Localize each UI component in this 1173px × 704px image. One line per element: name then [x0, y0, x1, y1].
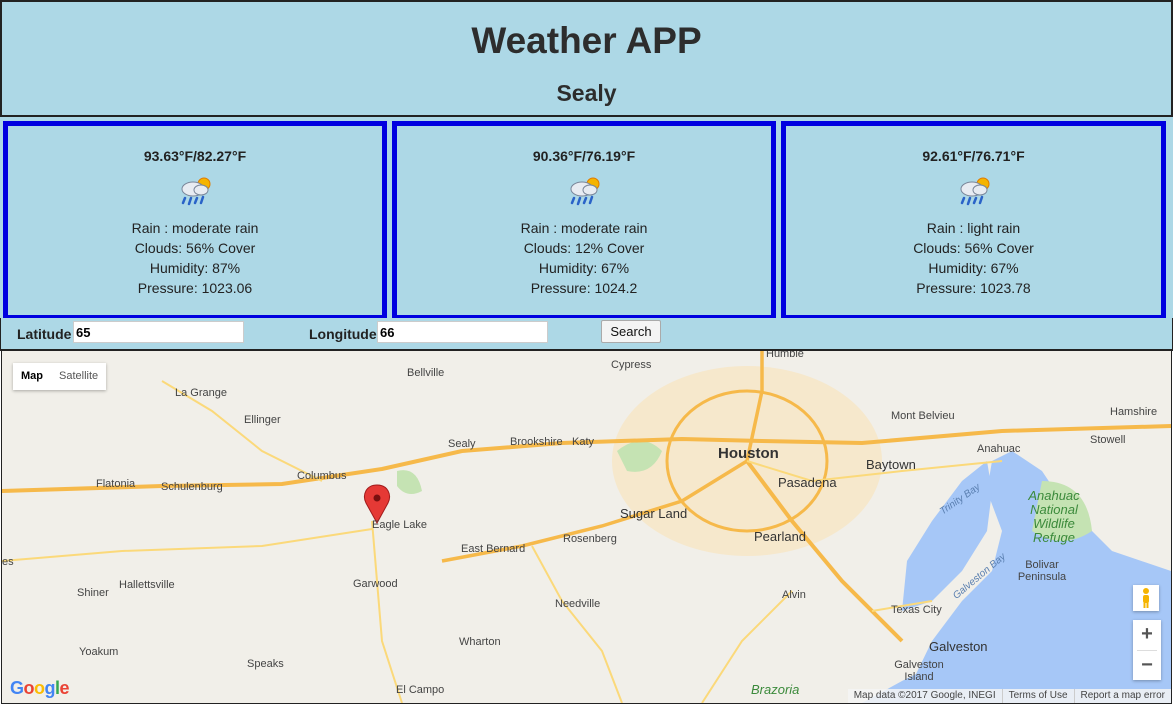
map-label: Ellinger — [244, 414, 281, 426]
terms-of-use-link[interactable]: Terms of Use — [1001, 689, 1074, 703]
map-label: Humble — [766, 351, 804, 360]
map-data-text: Map data ©2017 Google, INEGI — [853, 690, 996, 701]
map-label: Flatonia — [96, 478, 136, 490]
map-attribution: Map data ©2017 Google, INEGI Terms of Us… — [847, 689, 1171, 703]
map-label: Schulenburg — [161, 481, 223, 493]
header: Weather APP Sealy — [0, 0, 1173, 116]
map-label: Baytown — [866, 457, 916, 472]
rain-cloud-sun-icon — [960, 177, 989, 206]
search-button[interactable]: Search — [601, 320, 661, 343]
map-label: Houston — [718, 445, 779, 462]
zoom-in-button[interactable]: + — [1133, 620, 1161, 649]
park-area — [397, 470, 422, 495]
map-label: Yoakum — [79, 646, 119, 658]
map-label: El Campo — [396, 684, 445, 696]
map-label: Sealy — [448, 438, 476, 450]
forecast-card: 92.61°F/76.71°F Rain : light rain Clouds… — [781, 121, 1166, 320]
map-label: Anahuac National Wildlife Refuge — [1028, 488, 1080, 545]
app-title: Weather APP — [471, 20, 702, 61]
rain-text: Rain : moderate rain — [131, 220, 259, 236]
humidity-text: Humidity: 67% — [928, 260, 1019, 276]
map-label: Bolivar Peninsula — [1017, 559, 1067, 583]
longitude-label: Longitude — [309, 326, 377, 342]
map-label: Speaks — [247, 658, 284, 670]
map-label: Mont Belvieu — [891, 410, 955, 422]
temperature-range: 92.61°F/76.71°F — [922, 148, 1025, 164]
pressure-text: Pressure: 1023.06 — [137, 280, 253, 296]
map-label: East Bernard — [461, 543, 526, 555]
map-label: Alvin — [782, 589, 806, 601]
map-label: Rosenberg — [563, 533, 617, 545]
map-label: Hallettsville — [119, 579, 175, 591]
clouds-text: Clouds: 56% Cover — [913, 240, 1034, 256]
road — [371, 520, 403, 703]
map-label: Katy — [572, 436, 595, 448]
humidity-text: Humidity: 87% — [149, 260, 241, 276]
longitude-input[interactable] — [377, 321, 548, 343]
map-type-satellite-button[interactable]: Satellite — [51, 363, 106, 390]
map-label: Shiner — [77, 587, 109, 599]
forecast-card: 90.36°F/76.19°F Rain : moderate rain Clo… — [392, 121, 776, 320]
map-label: Galveston Island — [894, 659, 944, 683]
map-type-map-button[interactable]: Map — [13, 363, 51, 390]
map-label: Sugar Land — [620, 506, 688, 521]
map-label: Garwood — [353, 578, 398, 590]
zoom-control: + − — [1133, 620, 1161, 680]
map-label: Eagle Lake — [372, 519, 428, 531]
latitude-label: Latitude — [17, 326, 72, 342]
map-label: La Grange — [175, 387, 227, 399]
map-label: Texas City — [891, 604, 942, 616]
map-label: Hamshire — [1110, 406, 1158, 418]
report-map-error-link[interactable]: Report a map error — [1073, 689, 1171, 703]
humidity-text: Humidity: 67% — [538, 260, 630, 276]
temperature-range: 93.63°F/82.27°F — [143, 148, 247, 164]
road — [531, 545, 623, 703]
map-label: Columbus — [297, 470, 347, 482]
map-label: Needville — [555, 598, 601, 610]
rain-text: Rain : moderate rain — [520, 220, 648, 236]
rain-cloud-sun-icon — [181, 177, 211, 206]
zoom-out-button[interactable]: − — [1133, 651, 1161, 680]
temperature-range: 90.36°F/76.19°F — [532, 148, 636, 164]
rain-cloud-sun-icon — [570, 177, 600, 206]
map-label: es — [2, 556, 14, 568]
map-label: Brookshire — [510, 436, 563, 448]
road — [2, 528, 373, 562]
rain-text: Rain : light rain — [926, 220, 1021, 236]
map-type-control: Map Satellite — [13, 363, 107, 390]
map-label: Stowell — [1090, 434, 1126, 446]
map-label: Pearland — [754, 529, 807, 544]
map-label: Wharton — [459, 636, 501, 648]
pegman-button[interactable] — [1133, 585, 1159, 611]
map-label: Galveston — [929, 639, 988, 654]
coordinate-form: Latitude Longitude Search — [0, 318, 1173, 351]
map[interactable]: Humble Cypress Bellville La Grange Ellin… — [1, 351, 1172, 704]
location-marker-icon — [363, 484, 391, 525]
map-label: Cypress — [611, 359, 652, 371]
google-logo: Google — [10, 678, 70, 698]
city-name: Sealy — [556, 80, 617, 106]
map-label: Bellville — [407, 367, 445, 379]
map-label: Brazoria — [751, 682, 800, 697]
forecast-card: 93.63°F/82.27°F Rain : moderate rain Clo… — [3, 121, 387, 320]
map-canvas[interactable] — [2, 351, 1171, 703]
map-label: Anahuac — [977, 443, 1021, 455]
pressure-text: Pressure: 1023.78 — [916, 280, 1031, 296]
map-label: Pasadena — [778, 475, 837, 490]
forecast-cards: 93.63°F/82.27°F Rain : moderate rain Clo… — [0, 115, 1173, 320]
latitude-input[interactable] — [73, 321, 244, 343]
pegman-icon — [1143, 588, 1149, 608]
clouds-text: Clouds: 56% Cover — [134, 240, 256, 256]
clouds-text: Clouds: 12% Cover — [523, 240, 645, 256]
pressure-text: Pressure: 1024.2 — [530, 280, 638, 296]
